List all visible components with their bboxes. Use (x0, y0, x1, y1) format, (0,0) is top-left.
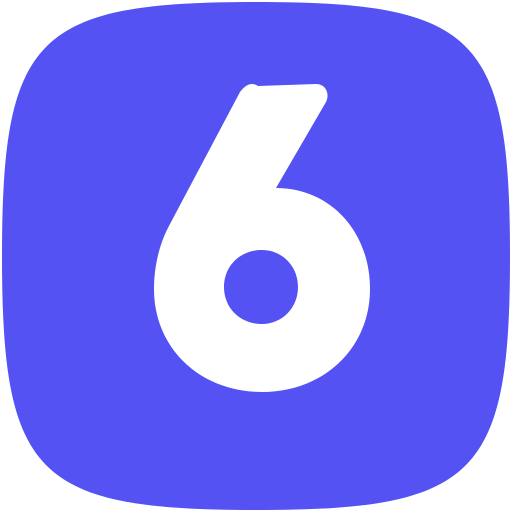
icon-tile (2, 2, 510, 510)
number-six-icon (2, 2, 510, 510)
app-icon (0, 0, 512, 512)
